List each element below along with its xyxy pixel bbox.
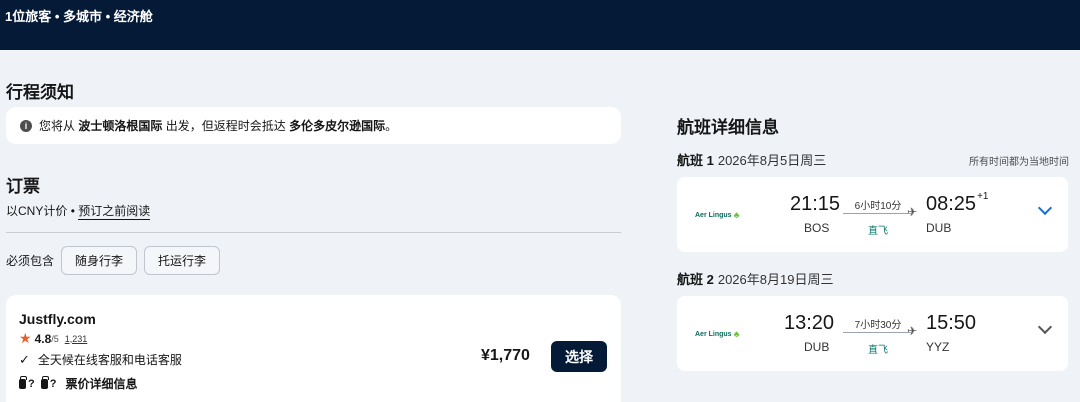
- arrive-time: 08:25+1: [926, 191, 989, 216]
- star-icon: ★: [19, 330, 32, 346]
- trip-summary[interactable]: 1位旅客 • 多城市 • 经济舱: [5, 6, 153, 25]
- route-line: [843, 213, 911, 214]
- airline-logo: Aer Lingus ♣: [695, 210, 739, 220]
- shamrock-icon: ♣: [733, 210, 740, 220]
- customer-service: ✓ 全天候在线客服和电话客服: [19, 351, 182, 368]
- segment-2-card[interactable]: Aer Lingus ♣ 13:20 DUB 7小时30分 ✈ 直飞 15:50 …: [677, 296, 1068, 371]
- arrive-code: DUB: [926, 221, 952, 235]
- arrive-time: 15:50: [926, 312, 977, 335]
- chevron-down-icon[interactable]: [1037, 200, 1053, 216]
- segment-2-label: 航班 2: [677, 272, 714, 287]
- notice-title: 行程须知: [6, 83, 74, 102]
- check-icon: ✓: [19, 351, 30, 367]
- shamrock-icon: ♣: [733, 329, 740, 339]
- carry-on-unknown: ?: [28, 377, 35, 390]
- arrive-time-value: 08:25: [926, 193, 977, 215]
- arrive-time-value: 15:50: [926, 312, 977, 334]
- rating-score: 4.8: [34, 331, 52, 346]
- currency-line: 以CNY计价 • 预订之前阅读: [6, 202, 151, 220]
- must-include-row: 必须包含 随身行李 托运行李: [6, 246, 221, 275]
- notice-origin: 波士顿洛根国际: [78, 119, 163, 133]
- depart-time: 21:15: [790, 193, 841, 215]
- notice-prefix: 您将从: [39, 119, 76, 133]
- select-button[interactable]: 选择: [551, 341, 607, 372]
- airline-name: Aer Lingus: [695, 330, 732, 338]
- divider: [6, 232, 621, 233]
- service-text: 全天候在线客服和电话客服: [37, 353, 182, 367]
- arrive-code: YYZ: [926, 340, 950, 354]
- plane-icon: ✈: [907, 324, 918, 338]
- plane-icon: ✈: [907, 205, 918, 219]
- segment-2-date: 2026年8月19日周三: [717, 272, 834, 287]
- notice-middle: 出发，但返程时会抵达: [165, 119, 286, 133]
- must-include-label: 必须包含: [6, 254, 55, 268]
- local-time-note: 所有时间都为当地时间: [969, 157, 1069, 168]
- depart-time: 13:20: [784, 312, 835, 334]
- duration: 6小时10分: [854, 201, 902, 212]
- read-before-booking-link[interactable]: 预订之前阅读: [78, 204, 151, 220]
- provider-rating: ★ 4.8 /5 1,231: [19, 330, 87, 347]
- segment-1-header: 航班 1 2026年8月5日周三 所有时间都为当地时间: [677, 150, 1069, 169]
- flight-details-title: 航班详细信息: [677, 118, 779, 137]
- rating-scale: /5: [51, 333, 59, 344]
- booking-title: 订票: [6, 177, 40, 196]
- rating-count-link[interactable]: 1,231: [65, 334, 88, 344]
- day-offset: +1: [977, 191, 989, 202]
- fare-details-link[interactable]: 票价详细信息: [65, 375, 137, 392]
- checked-bag-icon: [40, 375, 49, 389]
- offer-card[interactable]: Justfly.com ★ 4.8 /5 1,231 ✓ 全天候在线客服和电话客…: [6, 295, 621, 402]
- itinerary-notice: i 您将从 波士顿洛根国际 出发，但返程时会抵达 多伦多皮尔逊国际。: [6, 107, 621, 144]
- info-icon: i: [20, 119, 32, 132]
- nonstop-label: 直飞: [868, 345, 888, 356]
- checked-unknown: ?: [49, 377, 57, 390]
- airline-name: Aer Lingus: [695, 211, 732, 219]
- duration: 7小时30分: [854, 320, 902, 331]
- carry-on-bag-icon: [19, 375, 27, 389]
- checked-bag-chip[interactable]: 托运行李: [144, 246, 221, 275]
- segment-1-date: 2026年8月5日周三: [717, 153, 827, 168]
- currency-text: 以CNY计价: [6, 204, 68, 218]
- top-bar: 1位旅客 • 多城市 • 经济舱: [0, 0, 1080, 50]
- segment-2-header: 航班 2 2026年8月19日周三: [677, 269, 1069, 288]
- depart-code: DUB: [804, 340, 830, 354]
- offer-price: ¥1,770: [481, 347, 530, 364]
- notice-destination: 多伦多皮尔逊国际: [289, 119, 386, 133]
- carry-on-bag-chip[interactable]: 随身行李: [61, 246, 138, 275]
- provider-name: Justfly.com: [19, 311, 96, 327]
- segment-1-card[interactable]: Aer Lingus ♣ 21:15 BOS 6小时10分 ✈ 直飞 08:25+…: [677, 177, 1068, 252]
- segment-1-label: 航班 1: [677, 153, 714, 168]
- route-line: [843, 332, 911, 333]
- notice-suffix: 。: [385, 119, 398, 133]
- airline-logo: Aer Lingus ♣: [695, 329, 739, 339]
- nonstop-label: 直飞: [868, 226, 888, 237]
- depart-code: BOS: [804, 221, 830, 235]
- separator: •: [70, 204, 75, 218]
- bag-info: ? ? 票价详细信息: [19, 375, 137, 392]
- chevron-down-icon[interactable]: [1037, 319, 1053, 335]
